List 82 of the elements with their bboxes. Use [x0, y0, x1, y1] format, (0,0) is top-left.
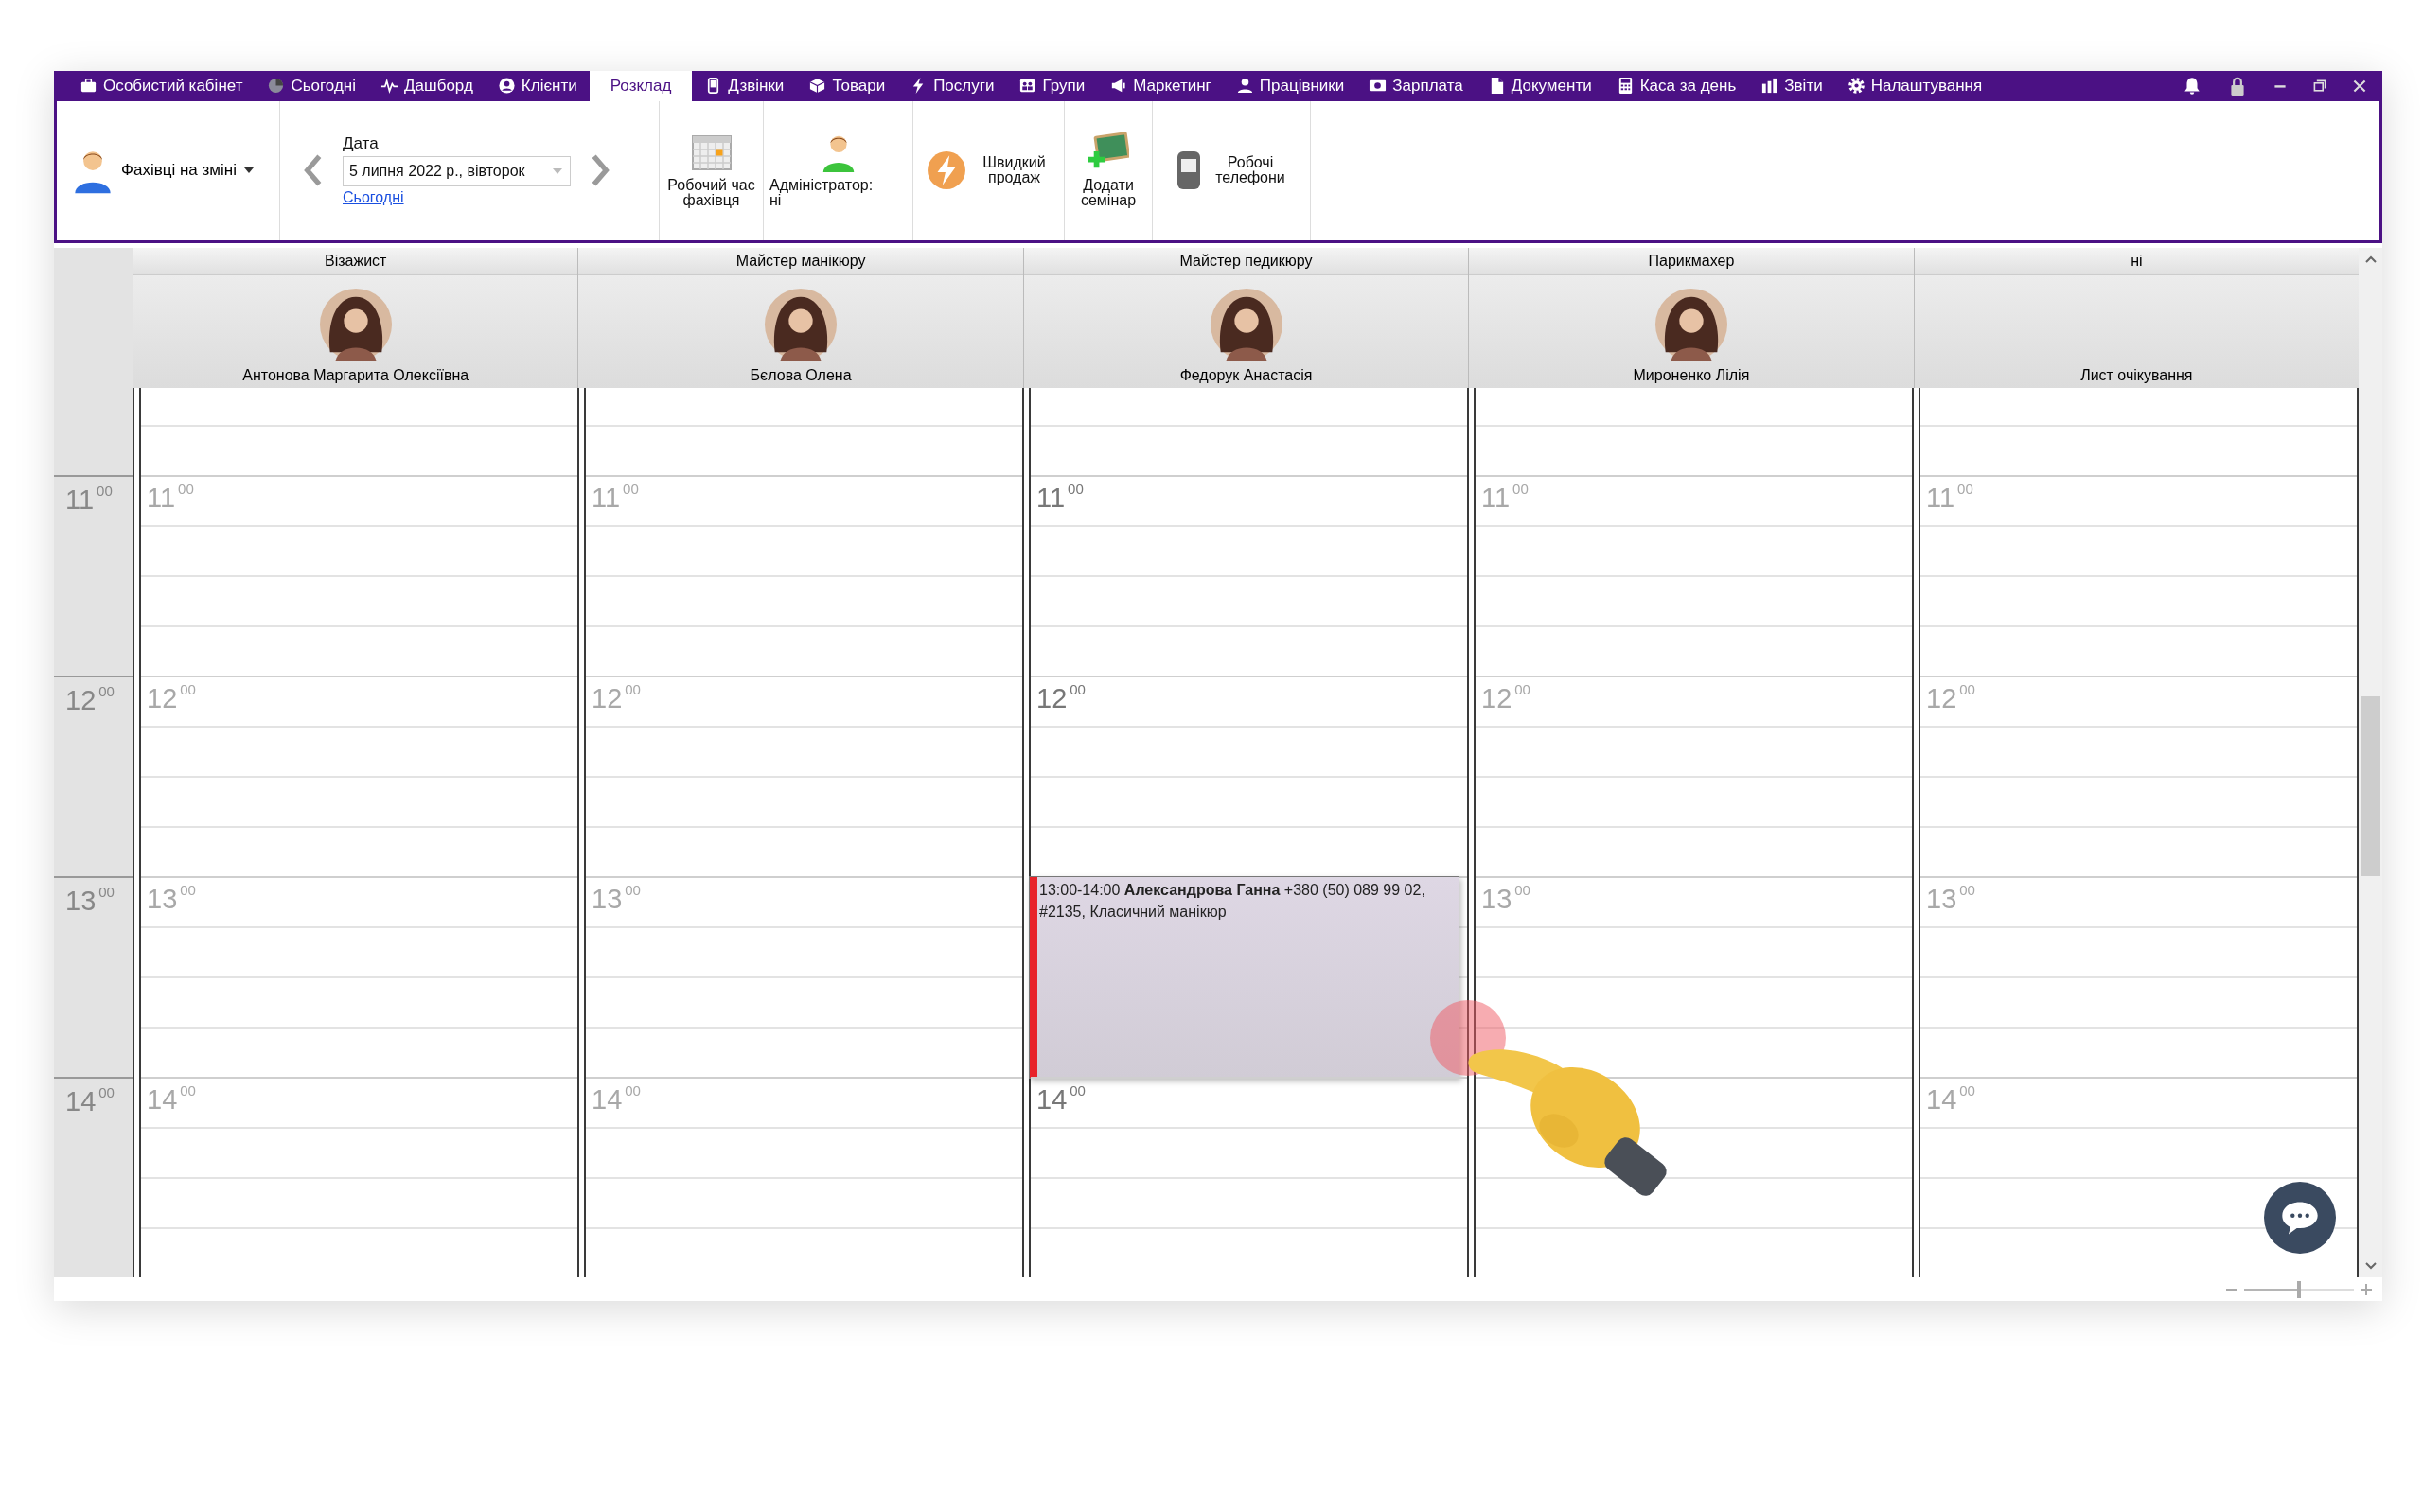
hour-label: 12$^{00}$ [65, 685, 115, 716]
menu-tab[interactable]: Розклад [589, 71, 693, 101]
menu-tab[interactable]: Дашборд [368, 71, 486, 101]
column-heading: Майстер педикюру [1023, 248, 1469, 276]
hour-label: 12$^{00}$ [1481, 681, 1530, 715]
settings-icon [1847, 77, 1866, 96]
scroll-bar[interactable] [2359, 248, 2382, 1278]
hour-label: 13$^{00}$ [147, 882, 196, 916]
staff-dropdown[interactable]: Фахівці на зміні [121, 161, 254, 181]
staff-name: Федорук Анастасія [1179, 367, 1313, 385]
hour-label: 11$^{00}$ [1036, 481, 1084, 515]
hour-label: 11$^{00}$ [1481, 481, 1529, 515]
menu-tab[interactable]: Групи [1006, 71, 1098, 101]
quick-sale-button[interactable]: Швидкий продаж [913, 100, 1065, 241]
next-icon[interactable] [590, 153, 610, 188]
hour-label: 14$^{00}$ [147, 1082, 196, 1116]
menu-tab[interactable]: Документи [1475, 71, 1604, 101]
hour-label: 13$^{00}$ [592, 882, 641, 916]
administrator-value: ні [769, 193, 782, 210]
scroll-up-icon[interactable] [2364, 255, 2377, 264]
column-heading: Парикмахер [1469, 248, 1914, 276]
hour-label: 14$^{00}$ [1926, 1082, 1975, 1116]
hour-label: 11$^{00}$ [1926, 481, 1973, 515]
menu-tab[interactable]: Дзвінки [692, 71, 797, 101]
menu-tab[interactable]: Налаштування [1834, 71, 1995, 101]
caret-icon [243, 167, 254, 174]
column-heading: ні [1914, 248, 2360, 276]
close-icon[interactable] [2352, 78, 2367, 94]
menu-tab[interactable]: Звіти [1748, 71, 1835, 101]
today-link[interactable]: Сьогодні [343, 189, 404, 207]
administrator-label: Адміністратор: [769, 177, 874, 194]
menu-tab[interactable]: Маркетинг [1097, 71, 1224, 101]
hour-label: 13$^{00}$ [1481, 882, 1530, 916]
hour-label: 14$^{00}$ [65, 1086, 115, 1117]
appointment-card[interactable]: 13:00-14:00 Александрова Ганна +380 (50) 089 99 02, #2135, Класичний манікюр [1029, 876, 1459, 1080]
menu-tab[interactable]: Послуги [897, 71, 1007, 101]
column-heading: Візажист [133, 248, 578, 276]
staff-name: Лист очікування [2080, 367, 2193, 385]
clock-icon [267, 77, 286, 96]
menu-tab[interactable]: Працівники [1223, 71, 1357, 101]
pulse-icon [380, 77, 399, 96]
previous-icon[interactable] [303, 153, 324, 188]
staff-name: Антонова Маргарита Олексіївна [242, 367, 469, 385]
menu-tab[interactable]: Клієнти [485, 71, 590, 101]
appointment-text: 13:00-14:00 Александрова Ганна +380 (50) 089 99 02, #2135, Класичний манікюр [1038, 881, 1426, 923]
hour-label: 13$^{00}$ [65, 886, 115, 917]
administrator-button[interactable]: Адміністратор: ні [764, 100, 913, 241]
scroll-down-icon[interactable] [2364, 1262, 2377, 1271]
hour-label: 12$^{00}$ [1926, 681, 1975, 715]
user-icon [497, 77, 516, 96]
date-field[interactable]: 5 липня 2022 р., вівторок [343, 156, 571, 187]
hour-label: 12$^{00}$ [592, 681, 641, 715]
lightning-icon [925, 150, 967, 191]
scroll-thumb[interactable] [2361, 696, 2380, 877]
hour-label: 12$^{00}$ [1036, 681, 1086, 715]
phone-icon [1175, 149, 1203, 192]
menu-tab[interactable]: Зарплата [1356, 71, 1476, 101]
caret-icon [553, 168, 562, 175]
add-seminar-button[interactable]: Додати семінар [1065, 100, 1153, 241]
work-phones-button[interactable]: Робочі телефони [1153, 100, 1311, 241]
work-time-button[interactable]: Робочий час фахівця [660, 100, 764, 241]
hour-label: 12$^{00}$ [147, 681, 196, 715]
column-heading: Майстер манікюру [578, 248, 1023, 276]
zoom-slider[interactable] [2244, 1280, 2354, 1298]
menu-tab[interactable]: Сьогодні [255, 71, 369, 101]
hour-label: 11$^{00}$ [592, 481, 639, 515]
hour-label: 14$^{00}$ [1036, 1082, 1086, 1116]
bar-chart-icon [1760, 77, 1779, 96]
menu-tab[interactable]: Особистий кабінет [67, 71, 256, 101]
staff-name: Мироненко Лілія [1633, 367, 1750, 385]
hour-label: 11$^{00}$ [147, 481, 194, 515]
hour-label: 11$^{00}$ [65, 484, 113, 516]
staff-name: Бєлова Олена [750, 367, 852, 385]
person-icon [1235, 77, 1254, 96]
bell-icon[interactable] [2182, 75, 2202, 97]
restore-icon[interactable] [2312, 78, 2327, 94]
box-icon [808, 77, 827, 96]
menu-tab[interactable]: Каса за день [1603, 71, 1749, 101]
hour-label: 14$^{00}$ [592, 1082, 641, 1116]
date-label: Дата [343, 134, 380, 154]
menu-tab[interactable]: Товари [796, 71, 898, 101]
hour-label: 13$^{00}$ [1926, 882, 1975, 916]
